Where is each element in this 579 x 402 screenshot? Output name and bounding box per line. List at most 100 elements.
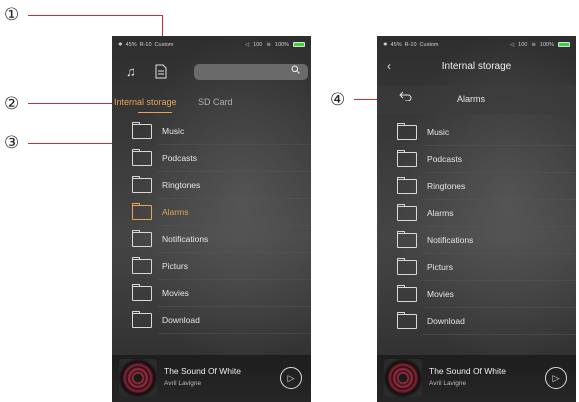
folder-row[interactable]: Ringtones — [112, 172, 311, 198]
folder-label: Movies — [427, 289, 454, 299]
folder-row[interactable]: Alarms — [112, 199, 311, 225]
folder-label: Podcasts — [427, 154, 462, 164]
volume-icon: ◁ — [244, 41, 250, 48]
folder-row[interactable]: Alarms — [377, 200, 576, 226]
folder-label: Download — [427, 316, 465, 326]
folder-icon — [397, 123, 417, 140]
row-divider — [423, 334, 576, 335]
folder-label: Movies — [162, 288, 189, 298]
folder-icon — [132, 284, 152, 301]
album-cover — [119, 359, 157, 397]
play-icon: ▷ — [552, 373, 560, 383]
play-button[interactable]: ▷ — [545, 367, 567, 389]
folder-label: Ringtones — [162, 180, 201, 190]
brightness-value: 45% — [125, 41, 137, 48]
folder-row[interactable]: Music — [377, 119, 576, 145]
folder-label: Alarms — [162, 207, 189, 217]
callout-2-label: ② — [4, 94, 20, 113]
search-icon — [291, 65, 300, 76]
folder-row[interactable]: Movies — [112, 280, 311, 306]
folder-row[interactable]: Podcasts — [112, 145, 311, 171]
play-icon: ▷ — [287, 373, 295, 383]
folder-icon — [132, 122, 152, 139]
folder-label: Music — [162, 126, 185, 136]
file-icon[interactable] — [155, 64, 167, 83]
folder-row[interactable]: Ringtones — [377, 173, 576, 199]
folder-label: Download — [162, 315, 200, 325]
brightness-value: 45% — [390, 41, 402, 48]
callout-1-line — [28, 15, 163, 16]
eq-preset: Custom — [154, 41, 174, 48]
folder-row[interactable]: Notifications — [377, 227, 576, 253]
folder-icon — [397, 231, 417, 248]
folder-icon — [132, 230, 152, 247]
folder-icon — [132, 176, 152, 193]
folder-label: Notifications — [427, 235, 474, 245]
wifi-icon: ≋ — [266, 41, 271, 48]
folder-icon — [132, 257, 152, 274]
current-folder-name: Alarms — [457, 94, 486, 104]
toolbar: ♫ — [112, 61, 311, 83]
return-icon[interactable] — [399, 91, 412, 104]
folder-icon — [397, 285, 417, 302]
folder-label: Music — [427, 127, 450, 137]
folder-icon — [132, 149, 152, 166]
folder-label: Picturs — [162, 261, 188, 271]
row-divider — [158, 333, 311, 334]
volume-value: 100 — [518, 41, 528, 48]
album-cover — [384, 359, 422, 397]
folder-row[interactable]: Notifications — [112, 226, 311, 252]
folder-row[interactable]: Picturs — [112, 253, 311, 279]
artist-name: Avril Lavigne — [164, 380, 202, 387]
folder-icon — [132, 203, 152, 220]
folder-icon — [397, 204, 417, 221]
status-bar: ✹ 45% R-10 Custom ◁ 100 ≋ 100% — [377, 36, 576, 53]
wifi-icon: ≋ — [531, 41, 536, 48]
callout-4-label: ④ — [330, 90, 346, 109]
folder-row[interactable]: Download — [112, 307, 311, 333]
battery-value: 100% — [539, 41, 554, 48]
folder-row[interactable]: Download — [377, 308, 576, 334]
tab-internal-storage[interactable]: Internal storage — [114, 97, 177, 107]
callout-1-label: ① — [4, 5, 20, 24]
mini-player[interactable]: The Sound Of White Avril Lavigne ▷ — [112, 355, 311, 402]
folder-icon — [397, 177, 417, 194]
play-button[interactable]: ▷ — [280, 367, 302, 389]
parent-folder-bar[interactable]: Alarms — [377, 85, 576, 114]
folder-row[interactable]: Movies — [377, 281, 576, 307]
search-input[interactable] — [194, 64, 308, 80]
page-title: Internal storage — [441, 61, 512, 72]
folder-label: Picturs — [427, 262, 453, 272]
status-bar: ✹ 45% R-10 Custom ◁ 100 ≋ 100% — [112, 36, 311, 53]
eq-preset: Custom — [419, 41, 439, 48]
volume-icon: ◁ — [509, 41, 515, 48]
folder-icon — [132, 311, 152, 328]
song-title: The Sound Of White — [164, 366, 242, 376]
title-bar: ‹ Internal storage — [377, 53, 576, 81]
brightness-icon: ✹ — [383, 41, 388, 48]
volume-value: 100 — [253, 41, 263, 48]
callout-2-line — [28, 103, 122, 104]
folder-row[interactable]: Picturs — [377, 254, 576, 280]
folder-row[interactable]: Podcasts — [377, 146, 576, 172]
eq-mode: R-10 — [404, 41, 417, 48]
battery-value: 100% — [274, 41, 289, 48]
folder-label: Ringtones — [427, 181, 466, 191]
folder-screen: ✹ 45% R-10 Custom ◁ 100 ≋ 100% ‹ Interna… — [377, 36, 576, 402]
mini-player[interactable]: The Sound Of White Avril Lavigne ▷ — [377, 355, 576, 402]
artist-name: Avril Lavigne — [429, 380, 467, 387]
brightness-icon: ✹ — [118, 41, 123, 48]
music-note-icon[interactable]: ♫ — [126, 64, 136, 80]
folder-label: Notifications — [162, 234, 209, 244]
file-browser-screen: ✹ 45% R-10 Custom ◁ 100 ≋ 100% ♫ Interna… — [112, 36, 311, 402]
folder-row[interactable]: Music — [112, 118, 311, 144]
tab-underline — [138, 112, 172, 113]
battery-icon — [293, 42, 305, 47]
folder-icon — [397, 312, 417, 329]
eq-mode: R-10 — [139, 41, 152, 48]
tab-sd-card[interactable]: SD Card — [198, 97, 233, 107]
folder-label: Podcasts — [162, 153, 197, 163]
folder-label: Alarms — [427, 208, 454, 218]
callout-3-label: ③ — [4, 133, 20, 152]
folder-icon — [397, 150, 417, 167]
